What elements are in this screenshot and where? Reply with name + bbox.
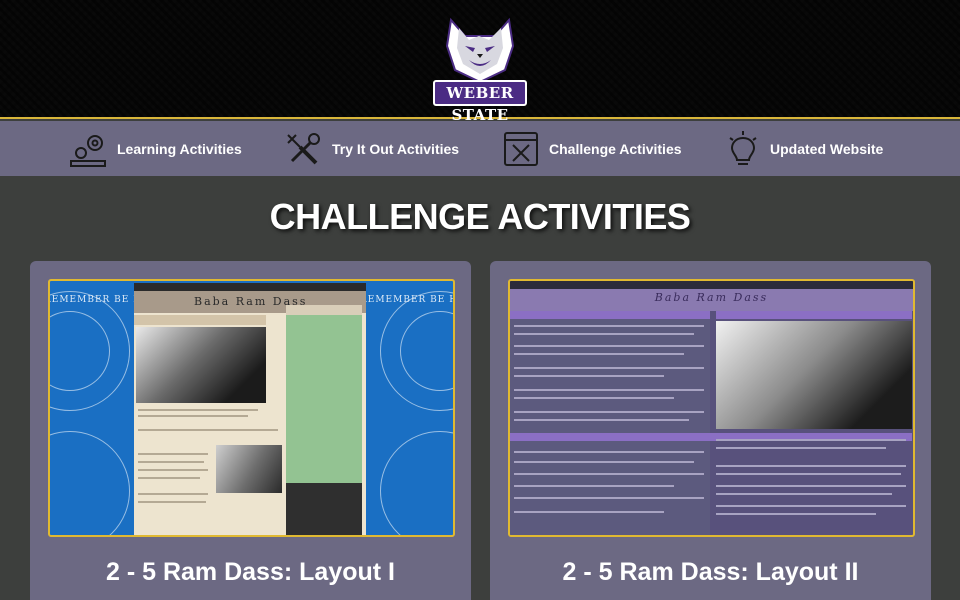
activity-card[interactable]: Baba Ram Dass 2 - 5 Ram Dass: Layout II [490,261,931,600]
text-line [716,513,876,515]
text-line [514,461,694,463]
page-title: CHALLENGE ACTIVITIES [269,196,691,237]
text-line [138,429,278,431]
nav-learning-activities[interactable]: Learning Activities [69,129,242,169]
site-header: WEBER STATE [0,0,960,124]
nav-label: Learning Activities [117,141,242,157]
browser-tools-icon [504,132,538,166]
text-line [514,411,704,413]
text-line [514,511,664,513]
logo-wordmark: WEBER STATE [433,80,527,124]
text-line [514,397,674,399]
text-line [138,501,206,503]
text-line [138,415,248,417]
nav-label: Challenge Activities [549,141,682,157]
text-line [716,473,901,475]
layout-tabs [134,283,366,291]
nav-label: Try It Out Activities [332,141,460,157]
nav-label: Updated Website [770,141,884,157]
text-line [138,469,208,471]
text-line [716,439,906,441]
text-line [138,409,258,411]
text-line [514,473,704,475]
portrait-photo [716,321,912,429]
text-line [514,333,694,335]
mandala-decoration [50,431,130,535]
card-title[interactable]: 2 - 5 Ram Dass: Layout I [30,557,471,587]
text-line [514,389,704,391]
section-bar [716,311,912,319]
text-line [138,453,208,455]
wildcat-icon [445,17,515,84]
text-line [514,345,704,347]
gears-icon [70,135,106,167]
text-line [716,493,892,495]
main-nav: Learning Activities Try It Out Activitie… [0,121,960,176]
layout-tabs [510,281,913,289]
layout-preview: Baba Ram Dass [134,283,366,535]
lightbulb-icon [729,131,757,165]
text-line [716,485,906,487]
text-line [514,497,704,499]
text-line [514,367,704,369]
section-bar [510,311,710,319]
text-line [514,419,689,421]
activity-card[interactable]: REMEMBER BE HERE NOW REMEMBER BE HERE NO… [30,261,471,600]
key-teachings-panel [286,315,362,483]
card-thumbnail[interactable]: Baba Ram Dass [508,279,915,537]
text-line [716,505,906,507]
nav-challenge-activities[interactable]: Challenge Activities [503,129,682,169]
text-line [716,447,886,449]
side-text: REMEMBER BE HERE NOW [360,295,453,305]
quotes-panel [286,483,362,535]
portrait-photo [136,327,266,403]
secondary-photo [216,445,282,493]
thumb-subheader [134,315,266,325]
text-line [716,465,906,467]
text-line [514,353,684,355]
text-line [514,325,704,327]
nav-try-it-out[interactable]: Try It Out Activities [284,129,459,169]
mandala-decoration [380,431,453,535]
text-line [138,493,208,495]
weber-state-logo[interactable]: WEBER STATE [421,12,539,124]
thumb-header: Baba Ram Dass [654,291,769,304]
text-line [514,485,674,487]
card-thumbnail[interactable]: REMEMBER BE HERE NOW REMEMBER BE HERE NO… [48,279,455,537]
nav-updated-website[interactable]: Updated Website [726,129,883,169]
card-title[interactable]: 2 - 5 Ram Dass: Layout II [490,557,931,587]
text-line [138,477,200,479]
text-line [514,375,664,377]
tools-icon [287,133,320,165]
text-line [138,461,204,463]
text-line [514,451,704,453]
